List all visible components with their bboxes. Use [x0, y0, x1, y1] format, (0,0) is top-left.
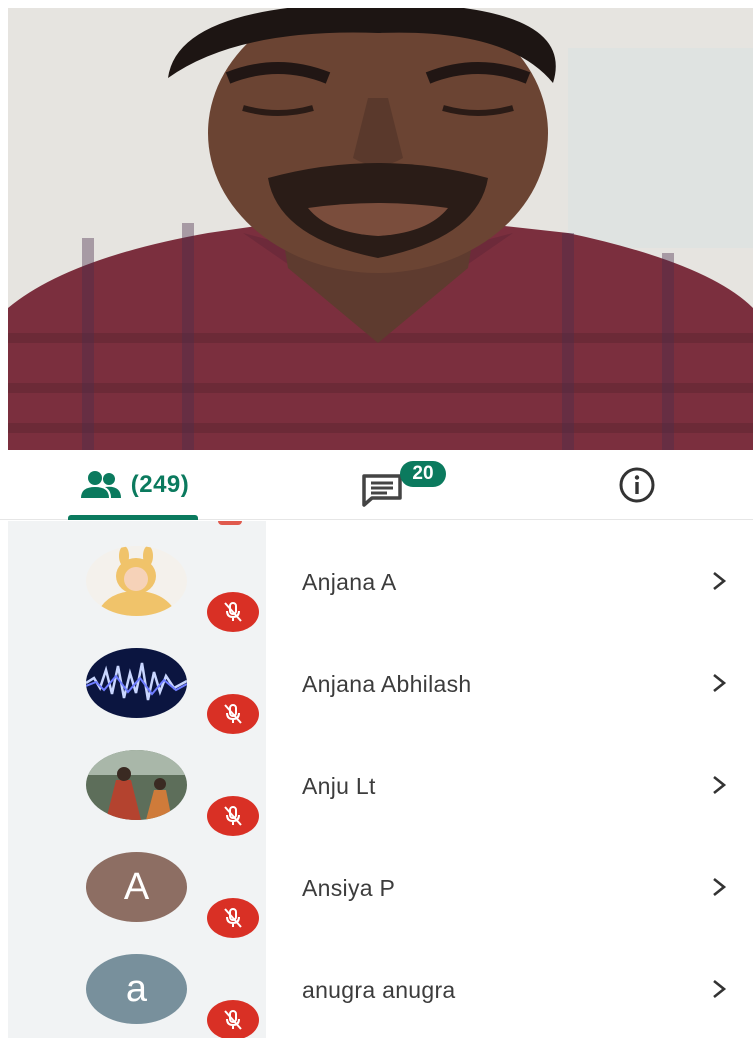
- muted-mic-icon: [207, 694, 259, 734]
- info-icon: [619, 467, 655, 503]
- chevron-right-icon[interactable]: [710, 774, 728, 796]
- participant-row[interactable]: a anugra anugra: [0, 937, 753, 1038]
- participant-name: Ansiya P: [302, 875, 396, 901]
- avatar: [86, 648, 187, 718]
- avatar: a: [86, 954, 187, 1024]
- chat-unread-badge: 20: [400, 461, 446, 487]
- muted-mic-icon: [207, 898, 259, 938]
- participant-name: Anjana Abhilash: [302, 671, 472, 697]
- participant-row[interactable]: A Ansiya P: [0, 835, 753, 938]
- active-tab-indicator: [68, 515, 198, 520]
- tab-info[interactable]: [612, 450, 662, 520]
- muted-mic-icon: [207, 1000, 259, 1038]
- participant-video[interactable]: [8, 8, 753, 450]
- participant-name: Anju Lt: [302, 773, 376, 799]
- tab-participants[interactable]: (249): [68, 450, 200, 520]
- participant-row[interactable]: Anju Lt: [0, 733, 753, 836]
- avatar: A: [86, 852, 187, 922]
- avatar-letter: A: [123, 865, 150, 908]
- avatar-letter: a: [125, 967, 148, 1010]
- participant-name: Anjana A: [302, 569, 397, 595]
- chevron-right-icon[interactable]: [710, 672, 728, 694]
- chevron-right-icon[interactable]: [710, 570, 728, 592]
- people-icon: [80, 471, 121, 498]
- avatar: [86, 546, 187, 616]
- tab-chat[interactable]: 20: [352, 450, 452, 520]
- chat-icon: [362, 474, 402, 507]
- meeting-tab-bar: (249) 20: [0, 450, 753, 520]
- participant-row[interactable]: Anjana Abhilash: [0, 631, 753, 734]
- participant-list: Anjana A Anjana Abhilash Anju Lt A Ansiy…: [0, 521, 753, 1038]
- video-frame: [8, 8, 753, 450]
- participant-count: (249): [130, 471, 190, 498]
- participant-row[interactable]: Anjana A: [0, 529, 753, 632]
- muted-mic-icon: [207, 796, 259, 836]
- mute-badge-partial: [218, 521, 242, 525]
- chevron-right-icon[interactable]: [710, 876, 728, 898]
- waves-photo-icon: [86, 648, 187, 718]
- outdoor-photo-icon: [86, 750, 187, 820]
- avatar: [86, 750, 187, 820]
- muted-mic-icon: [207, 592, 259, 632]
- participant-name: anugra anugra: [302, 977, 456, 1003]
- baby-photo-icon: [86, 546, 187, 616]
- chevron-right-icon[interactable]: [710, 978, 728, 1000]
